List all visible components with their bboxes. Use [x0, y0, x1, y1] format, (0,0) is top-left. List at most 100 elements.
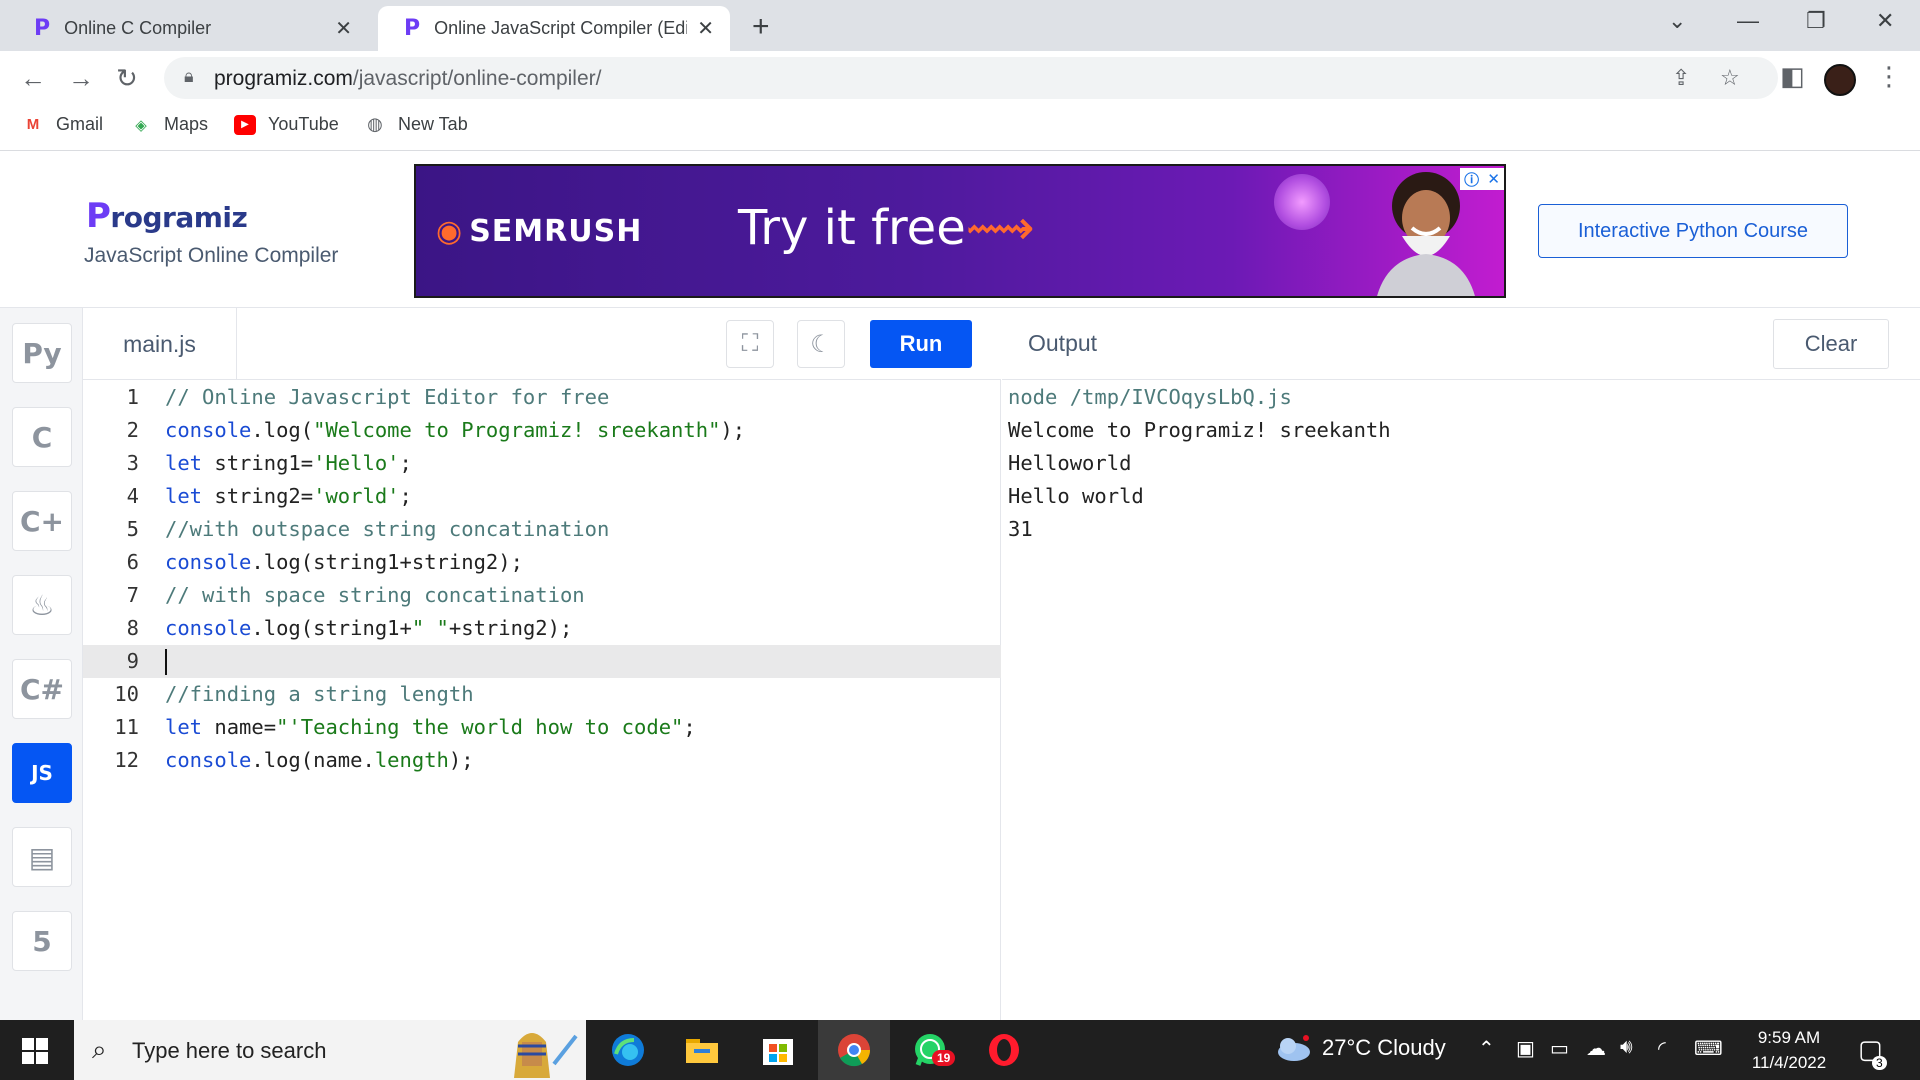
code-token: " "	[411, 616, 449, 640]
code-token: name=	[202, 715, 277, 739]
url-text[interactable]: programiz.com/javascript/online-compiler…	[214, 67, 601, 91]
code-editor[interactable]: 1 // Online Javascript Editor for free 2 co…	[83, 381, 1001, 777]
programiz-logo[interactable]: Programiz	[86, 196, 248, 236]
code-token: // with space string concatination	[165, 583, 585, 607]
tab-title: Online C Compiler	[64, 18, 212, 38]
code-token: // Online Javascript Editor for free	[165, 385, 610, 409]
meet-now-icon[interactable]: ▣	[1516, 1036, 1535, 1061]
code-line[interactable]: 7 // with space string concatination	[83, 579, 1001, 612]
taskbar-search-box[interactable]: ⌕ Type here to search	[74, 1020, 586, 1080]
close-window-icon[interactable]: ✕	[1876, 8, 1894, 34]
code-token: .log(string1+string2);	[251, 550, 523, 574]
language-csharp[interactable]: C#	[12, 659, 72, 719]
windows-start-icon[interactable]	[22, 1038, 48, 1064]
file-tab-main-js[interactable]: main.js	[83, 308, 237, 380]
ad-close-control[interactable]: ⓘ ✕	[1460, 168, 1504, 190]
fullscreen-button[interactable]: ⛶	[726, 320, 774, 368]
bookmark-star-icon[interactable]: ☆	[1720, 65, 1740, 91]
code-line[interactable]: 3 let string1='Hello';	[83, 447, 1001, 480]
close-tab-icon[interactable]: ✕	[697, 16, 714, 41]
ad-brand: ◉ SEMRUSH	[436, 214, 643, 249]
bookmarks-bar: M Gmail ◈ Maps ▶ YouTube ◍ New Tab	[0, 105, 1920, 151]
language-sql[interactable]: ▤	[12, 827, 72, 887]
new-tab-button[interactable]: +	[752, 10, 770, 44]
language-java[interactable]: ♨	[12, 575, 72, 635]
opera-icon	[989, 1034, 1019, 1066]
show-hidden-icons-chevron-icon[interactable]: ⌃	[1478, 1036, 1495, 1061]
browser-tab-c-compiler[interactable]: P Online C Compiler ✕	[8, 6, 368, 51]
taskbar-chrome[interactable]	[818, 1020, 890, 1080]
bookmark-new-tab[interactable]: ◍ New Tab	[364, 114, 468, 135]
language-c[interactable]: C	[12, 407, 72, 467]
bookmark-maps[interactable]: ◈ Maps	[130, 114, 208, 135]
moon-icon: ☾	[810, 330, 832, 358]
bookmark-gmail[interactable]: M Gmail	[22, 114, 103, 135]
code-line[interactable]: 6 console.log(string1+string2);	[83, 546, 1001, 579]
editor-toolbar: main.js ⛶ ☾ Run	[83, 308, 1001, 380]
weather-widget[interactable]: 27°C Cloudy	[1272, 1034, 1446, 1062]
edge-icon	[612, 1034, 644, 1066]
code-token: "'Teaching the world how to code"	[276, 715, 684, 739]
language-html[interactable]: 5	[12, 911, 72, 971]
programiz-favicon-icon: P	[34, 16, 51, 41]
code-line[interactable]: 10 //finding a string length	[83, 678, 1001, 711]
share-icon[interactable]: ⇪	[1672, 65, 1690, 91]
browser-menu-icon[interactable]: ⋮	[1876, 61, 1902, 92]
language-javascript[interactable]: JS	[12, 743, 72, 803]
code-text: console.log(string1+" "+string2);	[165, 612, 572, 645]
keyboard-icon[interactable]: ⌨	[1694, 1036, 1723, 1061]
browser-tab-javascript-compiler[interactable]: P Online JavaScript Compiler (Editor) ✕	[378, 6, 730, 51]
code-text: let string2='world';	[165, 480, 412, 513]
ad-info-icon[interactable]: ⓘ	[1464, 169, 1479, 190]
code-token: let	[165, 484, 203, 508]
code-line[interactable]: 12 console.log(name.length);	[83, 744, 1001, 777]
code-text: console.log(name.length);	[165, 744, 474, 777]
profile-avatar[interactable]	[1824, 64, 1856, 96]
interactive-python-course-button[interactable]: Interactive Python Course	[1538, 204, 1848, 258]
side-panel-icon[interactable]: ◧	[1780, 61, 1805, 92]
taskbar-whatsapp[interactable]: 19	[894, 1020, 966, 1080]
clear-button[interactable]: Clear	[1773, 319, 1889, 369]
code-line[interactable]: 2 console.log("Welcome to Programiz! sree…	[83, 414, 1001, 447]
code-token: let	[165, 715, 203, 739]
code-line[interactable]: 9	[83, 645, 1001, 678]
run-button[interactable]: Run	[870, 320, 972, 368]
code-line[interactable]: 4 let string2='world';	[83, 480, 1001, 513]
taskbar-file-explorer[interactable]	[666, 1020, 738, 1080]
bookmark-youtube[interactable]: ▶ YouTube	[234, 114, 339, 135]
close-ad-icon[interactable]: ✕	[1487, 170, 1500, 188]
language-python[interactable]: Py	[12, 323, 72, 383]
code-line[interactable]: 11 let name="'Teaching the world how to c…	[83, 711, 1001, 744]
page-subtitle: JavaScript Online Compiler	[84, 244, 339, 267]
system-clock[interactable]: 9:59 AM 11/4/2022	[1740, 1025, 1838, 1075]
code-token: console	[165, 550, 252, 574]
close-tab-icon[interactable]: ✕	[335, 16, 352, 41]
address-bar[interactable]: 🔒︎ programiz.com/javascript/online-compi…	[164, 57, 1778, 99]
restore-icon[interactable]: ❐	[1806, 8, 1826, 34]
language-cpp[interactable]: C+	[12, 491, 72, 551]
taskbar-microsoft-store[interactable]	[742, 1020, 814, 1080]
onedrive-cloud-icon[interactable]: ☁	[1586, 1036, 1606, 1061]
code-line[interactable]: 8 console.log(string1+" "+string2);	[83, 612, 1001, 645]
clock-date: 11/4/2022	[1751, 1053, 1827, 1072]
lock-icon[interactable]: 🔒︎	[184, 66, 194, 87]
dark-mode-button[interactable]: ☾	[797, 320, 845, 368]
js-icon: JS	[31, 761, 53, 785]
battery-icon[interactable]: ▭	[1550, 1036, 1569, 1061]
code-line[interactable]: 5 //with outspace string concatination	[83, 513, 1001, 546]
code-text: console.log("Welcome to Programiz! sreek…	[165, 414, 745, 447]
taskbar-edge[interactable]	[592, 1020, 664, 1080]
reload-icon[interactable]: ↻	[116, 63, 138, 94]
globe-icon: ◍	[367, 114, 383, 134]
advertisement-banner[interactable]: ◉ SEMRUSH Try it free⟿ ⓘ ✕	[414, 164, 1506, 298]
back-arrow-icon[interactable]: ←	[20, 63, 46, 94]
code-line[interactable]: 1 // Online Javascript Editor for free	[83, 381, 1001, 414]
wifi-icon[interactable]: ◜	[1658, 1036, 1666, 1061]
tab-search-chevron-icon[interactable]: ⌄	[1668, 8, 1686, 34]
forward-arrow-icon[interactable]: →	[68, 63, 94, 94]
minimize-icon[interactable]: —	[1737, 8, 1759, 34]
volume-icon[interactable]: 🔊︎	[1620, 1036, 1633, 1059]
notification-count-badge: 3	[1872, 1056, 1887, 1070]
taskbar-opera[interactable]	[968, 1020, 1040, 1080]
code-text: let string1='Hello';	[165, 447, 412, 480]
